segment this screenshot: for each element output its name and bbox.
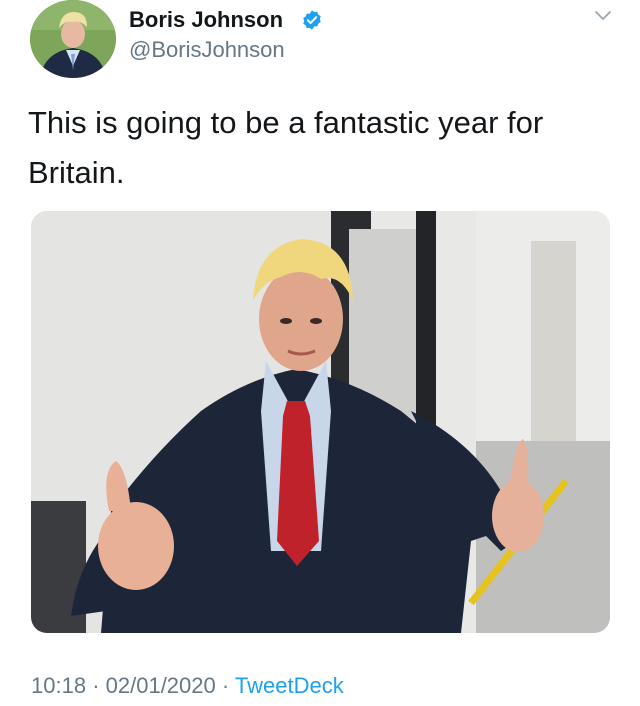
verified-badge-icon — [303, 10, 321, 30]
tweet-date[interactable]: 02/01/2020 — [106, 673, 216, 698]
meta-separator: · — [92, 673, 100, 698]
avatar[interactable] — [30, 0, 116, 78]
tweet-text: This is going to be a fantastic year for… — [28, 105, 544, 190]
tweet-photo[interactable] — [31, 211, 610, 633]
author-display-name[interactable]: Boris Johnson — [129, 7, 283, 33]
chevron-down-icon[interactable] — [594, 10, 612, 22]
tweet-source-link[interactable]: TweetDeck — [235, 673, 344, 698]
meta-separator: · — [221, 673, 230, 698]
author-handle[interactable]: @BorisJohnson — [129, 37, 285, 63]
photo-illustration — [31, 211, 610, 633]
tweet-metadata: 10:18 · 02/01/2020 · TweetDeck — [31, 673, 344, 699]
avatar-photo — [30, 0, 116, 78]
tweet-time[interactable]: 10:18 — [31, 673, 86, 698]
